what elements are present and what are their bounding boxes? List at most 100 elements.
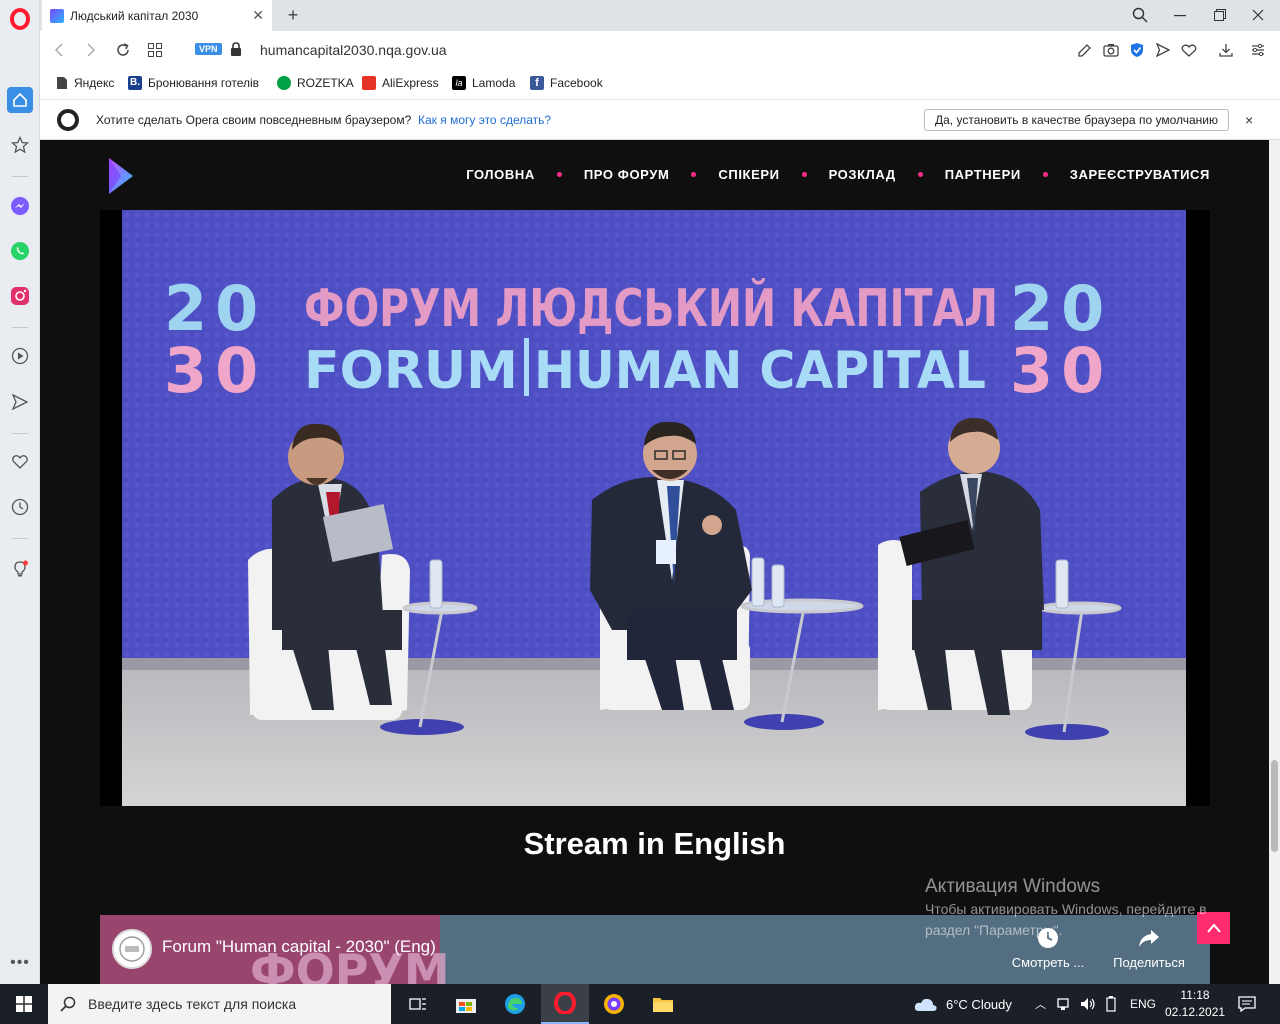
- show-hidden-icons-icon[interactable]: ︿: [1035, 996, 1046, 1012]
- messenger-button[interactable]: [7, 193, 33, 219]
- active-tab[interactable]: Людський капітал 2030 ✕: [42, 0, 272, 31]
- file-explorer-button[interactable]: [639, 984, 687, 1024]
- bookmark-lamoda[interactable]: la Lamoda: [452, 76, 515, 90]
- bookmark-rozetka[interactable]: ROZETKA: [277, 76, 354, 90]
- vpn-badge[interactable]: VPN: [195, 43, 222, 55]
- nav-schedule[interactable]: РОЗКЛАД: [829, 167, 896, 182]
- nav-home[interactable]: ГОЛОВНА: [466, 167, 535, 182]
- reload-icon: [117, 43, 129, 56]
- snapshot-button[interactable]: [1101, 40, 1121, 60]
- history-button[interactable]: [7, 494, 33, 520]
- reload-button[interactable]: [112, 39, 134, 61]
- grid-icon: [148, 43, 162, 57]
- bookmark-yandex[interactable]: Яндекс: [56, 76, 114, 90]
- prompt-close-icon[interactable]: ×: [1245, 112, 1253, 128]
- nav-separator-dot: [556, 172, 562, 177]
- set-default-button[interactable]: Да, установить в качестве браузера по ум…: [924, 109, 1229, 131]
- restore-button[interactable]: [1208, 5, 1232, 25]
- folder-icon: [653, 998, 673, 1012]
- downloads-button[interactable]: [1216, 40, 1236, 60]
- scrollbar-thumb[interactable]: [1271, 760, 1278, 852]
- edge-icon: [505, 994, 525, 1014]
- browser-taskbar-button[interactable]: [590, 984, 638, 1024]
- send-icon: [1156, 43, 1170, 57]
- store-button[interactable]: [442, 984, 490, 1024]
- prompt-text: Хотите сделать Opera своим повседневным …: [96, 113, 412, 127]
- page-scrollbar[interactable]: [1269, 140, 1280, 984]
- cloud-icon: [914, 998, 937, 1011]
- pinboards-button[interactable]: [7, 449, 33, 475]
- task-view-icon: [409, 998, 426, 1010]
- easy-setup-button[interactable]: [1248, 40, 1268, 60]
- nav-register[interactable]: ЗАРЕЄСТРУВАТИСЯ: [1070, 167, 1210, 182]
- youtube-video-title[interactable]: Forum "Human capital - 2030" (Eng): [162, 937, 436, 957]
- my-flow-toolbar-button[interactable]: [1153, 40, 1173, 60]
- bookmarks-sidebar-button[interactable]: [7, 132, 33, 158]
- video-player[interactable]: 20 30 ФОРУМ ЛЮДСЬКИЙ КАПІТАЛ FORUM HUMAN…: [100, 210, 1210, 806]
- battery-icon: [1106, 996, 1116, 1012]
- tabs-overview-button[interactable]: [144, 39, 166, 61]
- forward-button[interactable]: [80, 39, 102, 61]
- adblock-button[interactable]: [1127, 40, 1147, 60]
- new-tab-button[interactable]: +: [282, 5, 304, 26]
- bookmark-label: Бронювання готелів: [148, 76, 260, 90]
- nav-speakers[interactable]: СПІКЕРИ: [718, 167, 779, 182]
- volume-icon: [1081, 998, 1095, 1010]
- clock-date: 02.12.2021: [1165, 1005, 1226, 1019]
- bookmark-label: Facebook: [550, 76, 603, 90]
- start-button[interactable]: [0, 984, 48, 1024]
- input-language[interactable]: ENG: [1130, 984, 1156, 1024]
- bookmark-page-button[interactable]: [1179, 40, 1199, 60]
- star-icon: [11, 136, 29, 154]
- prompt-help-link[interactable]: Как я могу это сделать?: [418, 113, 551, 127]
- system-tray-icons[interactable]: ︿: [1035, 984, 1116, 1024]
- task-view-button[interactable]: [394, 984, 442, 1024]
- minimize-button[interactable]: [1168, 5, 1192, 25]
- store-icon: [456, 999, 476, 1013]
- bookmark-booking[interactable]: B. Бронювання готелів: [128, 76, 259, 90]
- nav-partners[interactable]: ПАРТНЕРИ: [945, 167, 1021, 182]
- player-button[interactable]: [7, 343, 33, 369]
- taskbar-clock[interactable]: 11:18 02.12.2021: [1165, 987, 1225, 1021]
- restore-icon: [1214, 9, 1226, 21]
- messenger-icon: [11, 197, 29, 215]
- my-flow-button[interactable]: [7, 389, 33, 415]
- browser-icon: [604, 994, 624, 1014]
- lock-icon[interactable]: [230, 42, 242, 61]
- address-bar: VPN humancapital2030.nqa.gov.ua: [40, 31, 1280, 68]
- clock-time: 11:18: [1180, 988, 1210, 1002]
- close-window-button[interactable]: [1246, 5, 1270, 25]
- opera-icon: [554, 992, 576, 1014]
- tips-button[interactable]: [7, 556, 33, 582]
- speed-dial-button[interactable]: [7, 87, 33, 113]
- bookmark-facebook[interactable]: f Facebook: [530, 76, 603, 90]
- banner-ukrainian-title: ФОРУМ ЛЮДСЬКИЙ КАПІТАЛ: [304, 278, 998, 339]
- notifications-button[interactable]: [1238, 984, 1256, 1024]
- page-icon: [57, 77, 67, 89]
- search-tabs-button[interactable]: [1128, 5, 1152, 25]
- web-page: ГОЛОВНА ПРО ФОРУМ СПІКЕРИ РОЗКЛАД ПАРТНЕ…: [40, 140, 1269, 984]
- nav-separator-dot: [1042, 172, 1048, 177]
- weather-widget[interactable]: 6°C Cloudy: [914, 984, 1012, 1024]
- channel-avatar[interactable]: [112, 929, 152, 969]
- instagram-icon: [11, 287, 29, 305]
- edge-button[interactable]: [491, 984, 539, 1024]
- taskbar-search[interactable]: Введите здесь текст для поиска: [48, 984, 391, 1024]
- bookmarks-bar: Яндекс B. Бронювання готелів ROZETKA Ali…: [40, 68, 1280, 100]
- video-frame[interactable]: 20 30 ФОРУМ ЛЮДСЬКИЙ КАПІТАЛ FORUM HUMAN…: [122, 210, 1186, 806]
- back-button[interactable]: [48, 39, 70, 61]
- site-logo[interactable]: [108, 157, 134, 200]
- instagram-button[interactable]: [7, 283, 33, 309]
- sidebar-more-icon[interactable]: •••: [7, 950, 33, 976]
- close-tab-icon[interactable]: ✕: [252, 7, 264, 24]
- opera-menu-button[interactable]: [7, 6, 33, 32]
- edit-page-button[interactable]: [1075, 40, 1095, 60]
- watermark-title: Активация Windows: [925, 876, 1101, 897]
- url-field[interactable]: humancapital2030.nqa.gov.ua: [260, 42, 447, 58]
- nav-about[interactable]: ПРО ФОРУМ: [584, 167, 670, 182]
- bookmark-aliexpress[interactable]: AliExpress: [362, 76, 439, 90]
- whatsapp-button[interactable]: [7, 238, 33, 264]
- heart-icon: [1181, 44, 1197, 57]
- opera-taskbar-button[interactable]: [541, 984, 589, 1024]
- notification-icon: [1238, 996, 1256, 1012]
